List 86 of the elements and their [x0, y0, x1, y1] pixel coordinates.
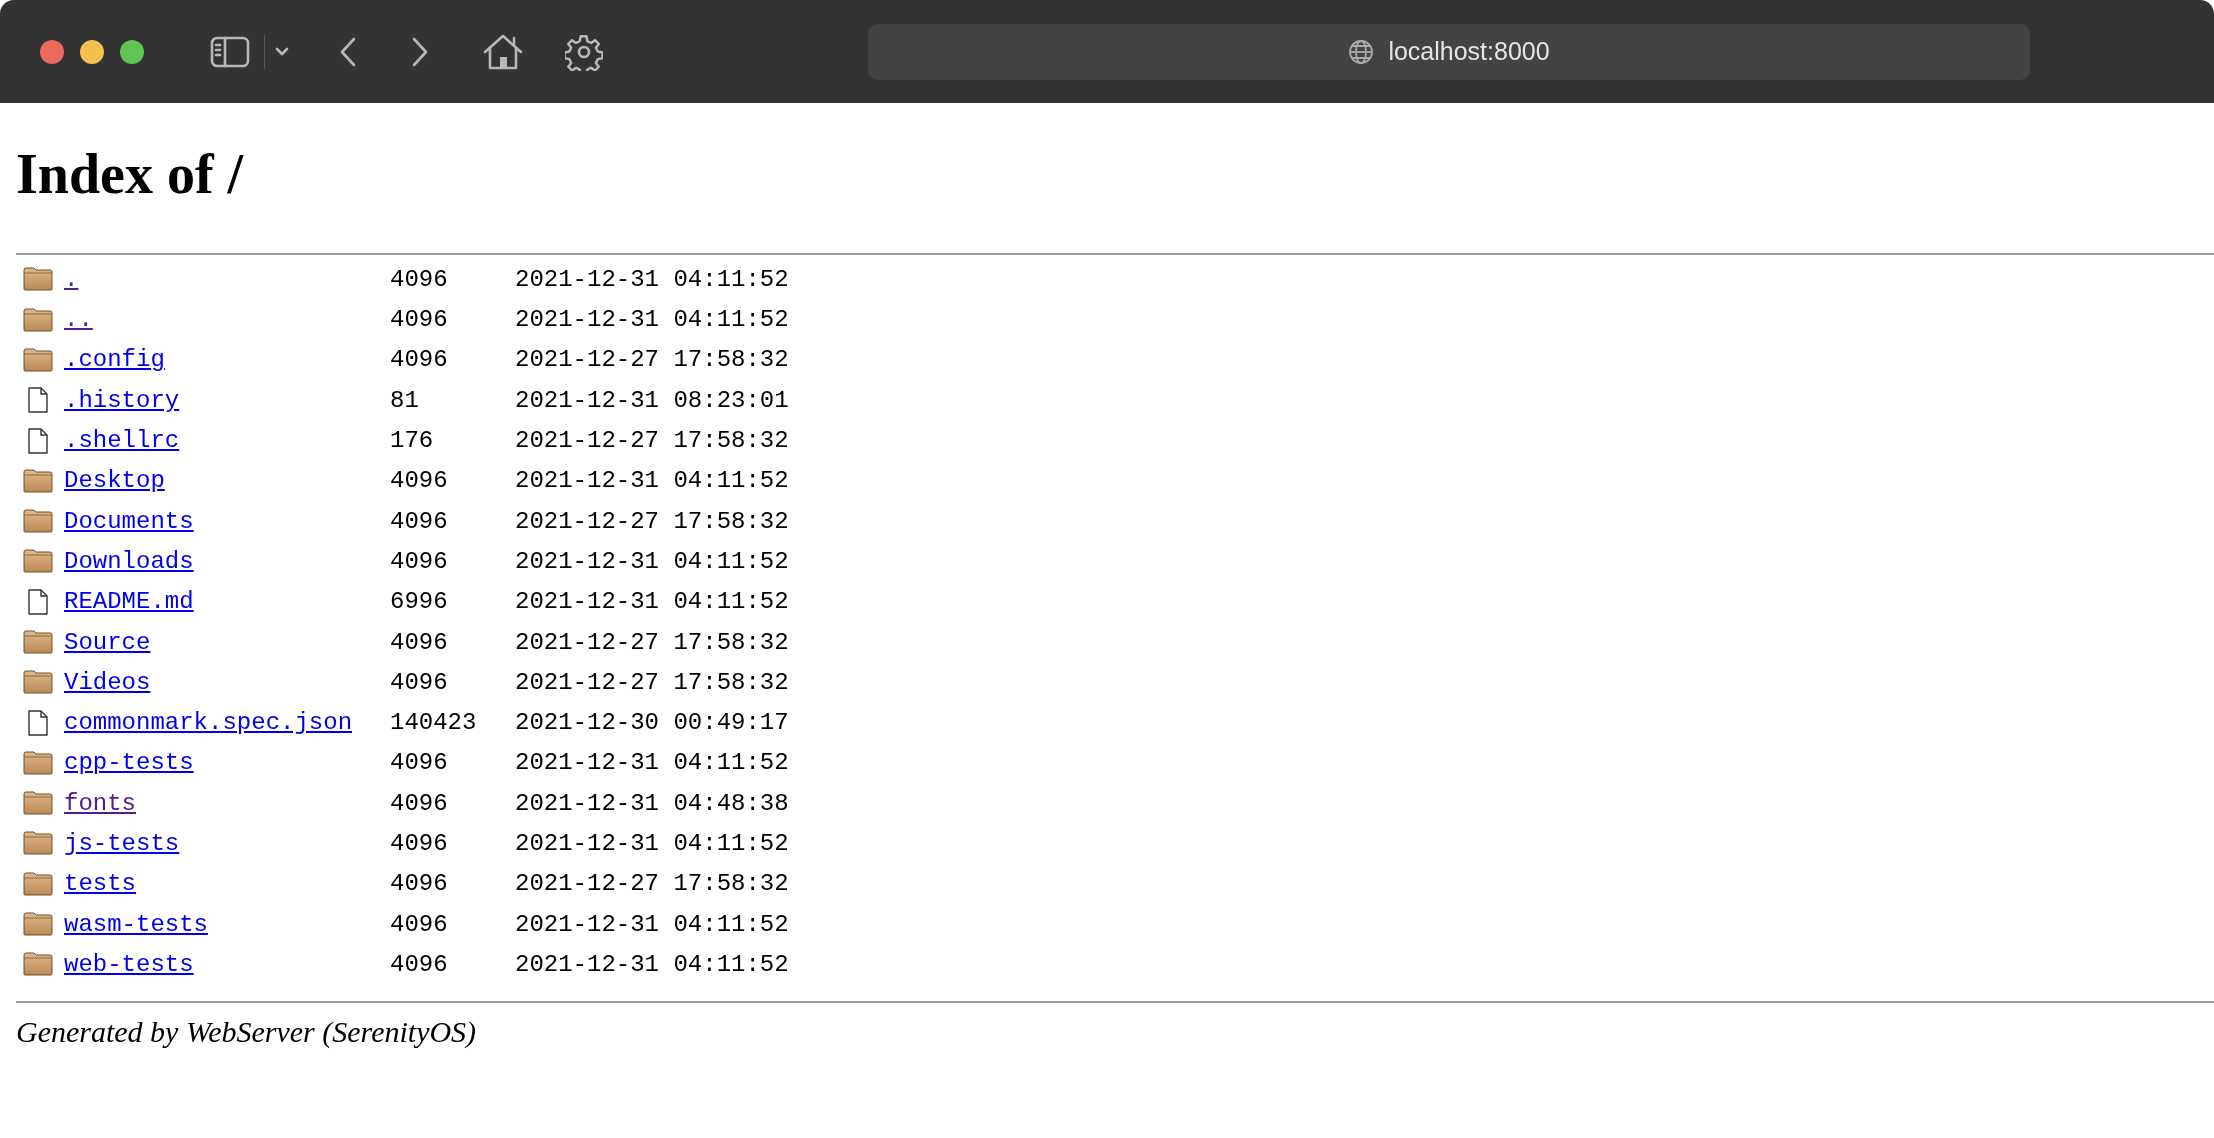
- folder-icon: [23, 267, 53, 292]
- file-link[interactable]: .shellrc: [64, 427, 390, 454]
- file-link[interactable]: ..: [64, 306, 390, 334]
- file-link[interactable]: Downloads: [64, 547, 390, 575]
- file-link[interactable]: .history: [64, 386, 390, 414]
- back-icon[interactable]: [339, 36, 357, 67]
- address-bar[interactable]: localhost:8000: [868, 23, 2030, 80]
- modified-date: 2021-12-31 04:11:52: [515, 910, 790, 938]
- close-button[interactable]: [40, 39, 64, 64]
- minimize-button[interactable]: [80, 39, 104, 64]
- file-link[interactable]: js-tests: [64, 830, 390, 857]
- file-size: 176: [390, 427, 435, 454]
- file-link[interactable]: .: [64, 265, 390, 293]
- zoom-button[interactable]: [120, 39, 144, 64]
- modified-date: 2021-12-27 17:58:32: [515, 870, 790, 898]
- file-link[interactable]: Documents: [64, 507, 390, 535]
- globe-icon: [1348, 38, 1375, 65]
- file-link[interactable]: commonmark.spec.json: [64, 709, 390, 737]
- home-icon[interactable]: [483, 32, 523, 71]
- folder-icon: [23, 912, 53, 937]
- file-size: 4096: [390, 346, 449, 374]
- file-link[interactable]: README.md: [64, 588, 390, 616]
- modified-date: 2021-12-31 04:11:52: [515, 547, 790, 575]
- file-size: 4096: [390, 467, 449, 495]
- file-link[interactable]: Videos: [64, 668, 390, 696]
- modified-date: 2021-12-27 17:58:32: [515, 427, 790, 454]
- folder-icon: [23, 952, 53, 977]
- folder-icon: [23, 630, 53, 654]
- folder-icon: [23, 347, 53, 372]
- forward-icon[interactable]: [411, 36, 429, 67]
- file-link[interactable]: fonts: [64, 789, 390, 817]
- file-size: 81: [390, 386, 420, 414]
- file-link[interactable]: Source: [64, 628, 390, 656]
- file-link[interactable]: web-tests: [64, 950, 390, 978]
- file-size: 4096: [390, 265, 449, 293]
- folder-icon: [23, 670, 53, 695]
- modified-date: 2021-12-31 04:11:52: [515, 588, 790, 616]
- file-link[interactable]: wasm-tests: [64, 910, 390, 938]
- file-size: 4096: [390, 910, 449, 938]
- footer-text: Generated by WebServer (SerenityOS): [16, 1014, 478, 1049]
- folder-icon: [23, 791, 53, 816]
- file-size: 4096: [390, 749, 449, 777]
- file-size: 140423: [390, 709, 478, 737]
- file-size: 4096: [390, 306, 449, 334]
- file-link[interactable]: cpp-tests: [64, 749, 390, 777]
- folder-icon: [23, 871, 53, 896]
- file-link[interactable]: tests: [64, 870, 390, 898]
- chevron-down-icon[interactable]: [275, 46, 289, 57]
- page-heading: Index of /: [16, 142, 245, 207]
- file-link[interactable]: Desktop: [64, 467, 390, 495]
- file-size: 4096: [390, 789, 449, 817]
- url-text: localhost:8000: [1388, 37, 1550, 66]
- folder-icon: [23, 831, 53, 856]
- modified-date: 2021-12-27 17:58:32: [515, 507, 790, 535]
- modified-date: 2021-12-31 04:48:38: [515, 789, 790, 817]
- file-size: 4096: [390, 668, 449, 696]
- folder-icon: [23, 549, 53, 574]
- modified-date: 2021-12-27 17:58:32: [515, 628, 790, 656]
- modified-date: 2021-12-30 00:49:17: [515, 709, 790, 737]
- modified-date: 2021-12-31 04:11:52: [515, 749, 790, 777]
- file-size: 4096: [390, 830, 449, 857]
- file-size: 4096: [390, 547, 449, 575]
- modified-date: 2021-12-27 17:58:32: [515, 668, 790, 696]
- modified-date: 2021-12-31 04:11:52: [515, 265, 790, 293]
- file-size: 4096: [390, 870, 449, 898]
- file-icon: [27, 427, 49, 454]
- folder-icon: [23, 307, 53, 332]
- file-icon: [27, 588, 49, 615]
- file-icon: [27, 709, 49, 736]
- file-size: 6996: [390, 588, 449, 616]
- modified-date: 2021-12-31 04:11:52: [515, 830, 790, 857]
- file-size: 4096: [390, 950, 449, 978]
- file-icon: [27, 387, 49, 414]
- file-size: 4096: [390, 628, 449, 656]
- sidebar-icon[interactable]: [210, 35, 250, 68]
- folder-icon: [23, 750, 53, 775]
- folder-icon: [23, 468, 53, 493]
- settings-icon[interactable]: [565, 32, 603, 71]
- modified-date: 2021-12-27 17:58:32: [515, 346, 790, 374]
- modified-date: 2021-12-31 08:23:01: [515, 386, 790, 414]
- folder-icon: [23, 509, 53, 534]
- file-size: 4096: [390, 507, 449, 535]
- modified-date: 2021-12-31 04:11:52: [515, 467, 790, 495]
- file-link[interactable]: .config: [64, 346, 390, 374]
- modified-date: 2021-12-31 04:11:52: [515, 306, 790, 334]
- modified-date: 2021-12-31 04:11:52: [515, 950, 790, 978]
